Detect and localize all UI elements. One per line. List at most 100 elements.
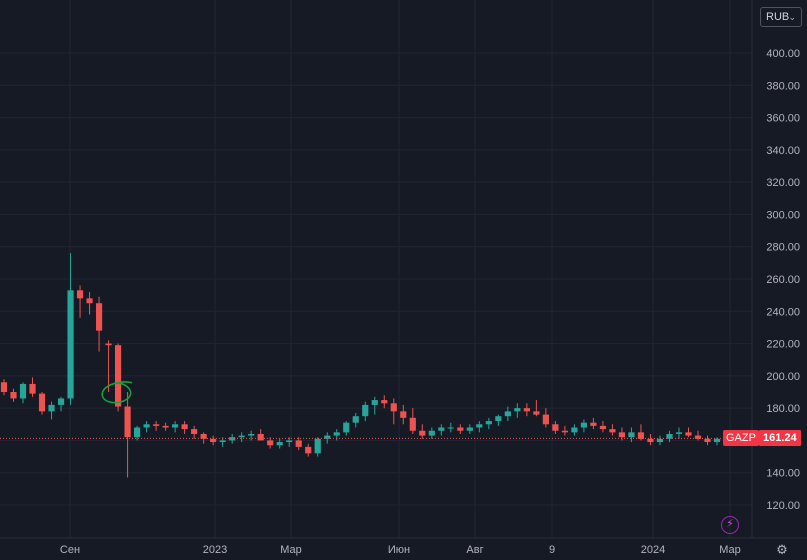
- candle: [295, 437, 302, 451]
- x-tick-label: Сен: [60, 544, 80, 556]
- candle-body: [381, 400, 388, 404]
- candle: [466, 424, 473, 434]
- y-tick-label: 180.00: [766, 403, 800, 415]
- candle-body: [580, 422, 587, 428]
- y-tick-label: 120.00: [766, 500, 800, 512]
- candle: [124, 392, 131, 478]
- candle-body: [86, 298, 93, 304]
- candle: [10, 388, 17, 402]
- candle: [352, 412, 359, 428]
- candle-body: [362, 404, 369, 417]
- y-tick-label: 300.00: [766, 209, 800, 221]
- candle-body: [162, 425, 169, 428]
- candle: [248, 430, 255, 441]
- candle-body: [400, 411, 407, 418]
- candle: [162, 422, 169, 431]
- candle-body: [523, 408, 530, 412]
- candle-body: [447, 427, 454, 429]
- candle: [381, 395, 388, 409]
- candle-body: [295, 440, 302, 447]
- y-tick-label: 240.00: [766, 306, 800, 318]
- candle: [523, 403, 530, 417]
- candle: [390, 398, 397, 425]
- candle-body: [238, 435, 245, 438]
- candle-body: [153, 424, 160, 426]
- candle-body: [466, 427, 473, 431]
- ticker-label: GAZP: [723, 430, 759, 446]
- candle: [637, 424, 645, 441]
- y-tick-label: 380.00: [766, 80, 800, 92]
- candle: [134, 425, 141, 441]
- candle-body: [552, 424, 559, 431]
- candlestick-chart[interactable]: 400.00 380.00 360.00 340.00 320.00 300.00 280.…: [0, 0, 807, 560]
- candle: [504, 406, 511, 422]
- candle: [438, 424, 445, 436]
- y-tick-label: 360.00: [766, 113, 800, 125]
- candle-body: [390, 403, 397, 412]
- candle-body: [276, 442, 283, 446]
- candle: [305, 443, 312, 457]
- candle-body: [704, 438, 711, 443]
- bolt-icon[interactable]: ⚡: [721, 516, 739, 534]
- candle: [114, 343, 122, 412]
- candle-body: [428, 430, 435, 436]
- candle-body: [267, 440, 274, 446]
- candle: [428, 427, 435, 439]
- candle-body: [219, 440, 226, 443]
- candle-body: [656, 438, 664, 443]
- y-tick-label: 340.00: [766, 145, 800, 157]
- x-tick-label: 2023: [203, 544, 227, 556]
- candle-body: [134, 427, 141, 438]
- candle-body: [105, 343, 112, 346]
- candle: [457, 424, 464, 434]
- candle-body: [685, 432, 692, 436]
- gear-icon[interactable]: ⚙: [775, 543, 789, 557]
- candle-body: [609, 429, 616, 433]
- x-tick-label: Июн: [388, 544, 410, 556]
- candle: [542, 408, 549, 428]
- candle-body: [675, 432, 683, 434]
- price-chart[interactable]: 400.00 380.00 360.00 340.00 320.00 300.00 280.…: [0, 0, 807, 560]
- candle-body: [10, 392, 17, 399]
- candle: [561, 425, 568, 436]
- candle-body: [571, 427, 578, 433]
- candle-body: [305, 446, 312, 454]
- candle-body: [257, 433, 264, 441]
- candle: [371, 396, 378, 415]
- candle: [694, 430, 702, 441]
- candle-body: [694, 435, 702, 439]
- candle: [552, 421, 559, 434]
- candle: [628, 427, 635, 443]
- candle: [609, 424, 616, 436]
- currency-label: RUB: [766, 11, 790, 23]
- last-price-label: 161.24: [759, 430, 801, 446]
- candle-body: [38, 393, 46, 412]
- candle-body: [485, 421, 492, 425]
- x-tick-label: Авг: [466, 544, 483, 556]
- candle: [590, 417, 597, 430]
- candle-body: [599, 425, 607, 430]
- candle: [514, 403, 521, 418]
- candle-body: [343, 422, 350, 433]
- currency-selector[interactable]: RUB ⌄: [760, 7, 802, 27]
- candle-body: [181, 424, 188, 430]
- candle: [172, 421, 179, 433]
- y-tick-label: 200.00: [766, 371, 800, 383]
- candle-body: [618, 432, 626, 438]
- candle-body: [561, 430, 568, 433]
- candle-body: [143, 424, 150, 428]
- candle: [580, 419, 587, 433]
- candles: [0, 253, 721, 478]
- candle-body: [419, 430, 426, 436]
- x-axis[interactable]: Сен 2023 Мар Июн Авг 9 2024 Мар: [60, 544, 741, 556]
- candle: [48, 401, 55, 420]
- candle-body: [647, 438, 654, 443]
- candle-body: [95, 303, 103, 331]
- candle-body: [514, 408, 521, 412]
- grid-lines: [0, 0, 807, 539]
- candle: [362, 401, 369, 422]
- candle: [38, 392, 46, 415]
- y-tick-label: 320.00: [766, 177, 800, 189]
- candle-body: [57, 398, 65, 405]
- candle: [67, 253, 74, 405]
